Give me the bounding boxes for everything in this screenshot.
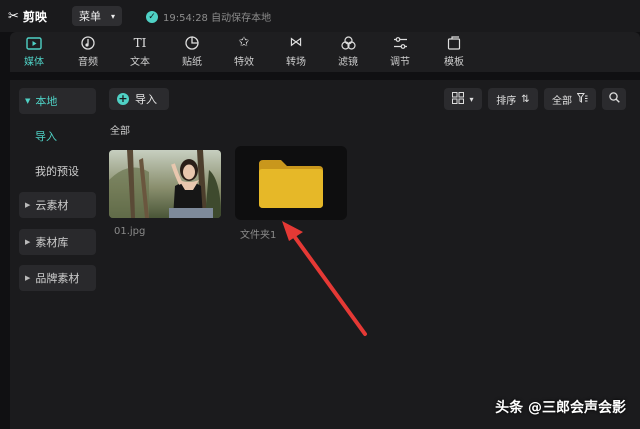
adjust-icon	[392, 36, 408, 50]
sidebar-item-import[interactable]: 导入	[19, 123, 96, 149]
asset-thumbnail-image[interactable]	[109, 150, 221, 218]
autosave-text: 19:54:28 自动保存本地	[163, 13, 272, 24]
sidebar-item-label: 云素材	[35, 199, 69, 212]
sidebar-item-label: 我的预设	[35, 165, 79, 178]
sort-label: 排序	[496, 95, 517, 107]
tab-text-label: 文本	[130, 57, 150, 68]
tab-adjust[interactable]: 调节	[378, 32, 422, 72]
tab-media-label: 媒体	[24, 57, 44, 68]
media-icon	[26, 36, 42, 50]
audio-icon	[80, 36, 96, 50]
transition-icon: ⋈	[289, 35, 303, 50]
sidebar-item-local[interactable]: ▼ 本地	[19, 88, 96, 114]
search-icon	[608, 92, 620, 106]
import-label: 导入	[135, 93, 157, 106]
tab-transition-label: 转场	[286, 57, 306, 68]
photo-thumbnail-icon	[109, 150, 221, 218]
title-bar: ✂ 剪映 菜单 ▾ ✓ 19:54:28 自动保存本地	[0, 0, 640, 32]
effects-icon: ✩	[238, 35, 250, 50]
sidebar-item-cloud[interactable]: ▶ 云素材	[19, 192, 96, 218]
media-sidebar: ▼ 本地 导入 我的预设 ▶ 云素材 ▶ 素材库 ▶ 品牌素材	[10, 80, 98, 429]
asset-name: 文件夹1	[240, 230, 277, 241]
media-toolbar: 媒体 音频 TI 文本 贴纸 ✩ 特效 ⋈ 转场 滤镜 调节 模板	[10, 32, 640, 72]
sidebar-item-label: 品牌素材	[35, 272, 80, 285]
sidebar-item-brand[interactable]: ▶ 品牌素材	[19, 265, 96, 291]
sticker-icon	[184, 36, 200, 50]
filter-icon	[576, 92, 588, 106]
text-icon: TI	[133, 36, 147, 50]
tab-template[interactable]: 模板	[432, 32, 476, 72]
caret-down-icon: ▼	[25, 97, 31, 105]
menu-button[interactable]: 菜单 ▾	[72, 6, 122, 26]
tab-effects[interactable]: ✩ 特效	[222, 32, 266, 72]
asset-name: 01.jpg	[114, 226, 146, 237]
sidebar-item-label: 素材库	[35, 236, 69, 249]
capcut-logo-icon: ✂	[8, 9, 19, 24]
menu-label: 菜单	[79, 10, 101, 23]
import-button[interactable]: + 导入	[109, 88, 169, 110]
app-name: 剪映	[22, 10, 47, 24]
sidebar-item-my-presets[interactable]: 我的预设	[19, 158, 96, 184]
tab-adjust-label: 调节	[390, 57, 410, 68]
asset-folder[interactable]	[235, 146, 347, 220]
tab-media[interactable]: 媒体	[12, 32, 56, 72]
sidebar-item-library[interactable]: ▶ 素材库	[19, 229, 96, 255]
tab-sticker[interactable]: 贴纸	[170, 32, 214, 72]
filter-label: 全部	[552, 95, 572, 107]
tab-audio-label: 音频	[78, 57, 98, 68]
caret-right-icon: ▶	[25, 274, 31, 282]
view-toggle-button[interactable]: ▾	[444, 88, 482, 110]
sidebar-item-label: 导入	[35, 130, 57, 143]
folder-icon	[259, 160, 323, 208]
tab-filter-label: 滤镜	[338, 57, 358, 68]
tab-template-label: 模板	[444, 57, 464, 68]
search-button[interactable]	[602, 88, 626, 110]
tab-sticker-label: 贴纸	[182, 57, 202, 68]
caret-right-icon: ▶	[25, 201, 31, 209]
tab-effects-label: 特效	[234, 57, 254, 68]
chevron-down-icon: ▾	[469, 94, 474, 104]
app-logo: ✂ 剪映	[8, 8, 47, 25]
tab-filter[interactable]: 滤镜	[326, 32, 370, 72]
sidebar-item-label: 本地	[35, 95, 58, 108]
check-circle-icon: ✓	[146, 10, 158, 23]
tab-transition[interactable]: ⋈ 转场	[274, 32, 318, 72]
plus-circle-icon: +	[117, 92, 129, 105]
filter-button[interactable]: 全部	[544, 88, 596, 110]
sort-icon: ⇅	[521, 93, 530, 105]
filter-icon	[340, 36, 356, 50]
tab-audio[interactable]: 音频	[66, 32, 110, 72]
template-icon	[446, 36, 462, 50]
tab-text[interactable]: TI 文本	[118, 32, 162, 72]
watermark: 头条 @三郎会声会影	[495, 400, 626, 416]
media-panel: + 导入 ▾ 排序 ⇅ 全部 全部 01.jpg 文件夹1	[98, 80, 640, 429]
caret-right-icon: ▶	[25, 238, 31, 246]
autosave-status: ✓ 19:54:28 自动保存本地	[146, 9, 271, 24]
chevron-down-icon: ▾	[110, 11, 115, 21]
grid-view-icon	[452, 91, 465, 107]
section-label: 全部	[110, 126, 130, 137]
sort-button[interactable]: 排序 ⇅	[488, 88, 538, 110]
